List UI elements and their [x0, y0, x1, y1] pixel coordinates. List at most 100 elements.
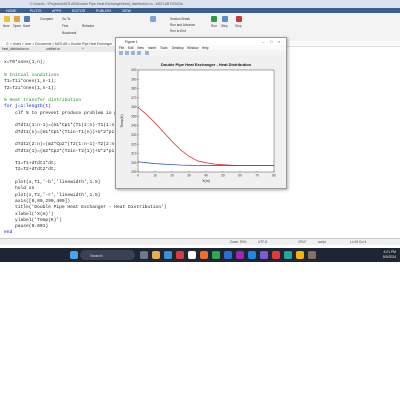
y-tick-label: 390	[131, 77, 137, 81]
find-button[interactable]: Find	[62, 24, 68, 28]
system-tray[interactable]: 4:21 PM 5/9/2024	[383, 250, 396, 259]
stop-button[interactable]: Stop	[235, 24, 242, 28]
heat-distribution-chart: Double Pipe Heat Exchanger - Heat Distri…	[120, 62, 276, 183]
run-icon[interactable]	[211, 16, 217, 22]
stop-icon[interactable]	[236, 16, 242, 22]
code-line[interactable]: plot(x,T2,'-r','linewidth',1.5)	[4, 193, 100, 198]
task-view-icon[interactable]	[140, 251, 148, 259]
figure-menu-window[interactable]: Window	[187, 46, 198, 50]
y-tick-label: 370	[131, 96, 137, 100]
file-tab[interactable]: heat_distribution.m	[2, 47, 29, 51]
open-folder-icon[interactable]	[14, 16, 20, 22]
code-line[interactable]: x=T0*ones(1,n);	[4, 60, 45, 65]
edge-icon[interactable]	[164, 251, 172, 259]
app-icon-purple[interactable]	[236, 251, 244, 259]
code-line[interactable]: title('Double Pipe Heat Exchanger - Heat…	[4, 205, 167, 210]
x-tick-label: 80	[272, 174, 276, 178]
code-line[interactable]: dTdt1(1:n-1)=(m1*Cp1*(T1(2:n)-T1(1:n-1	[4, 123, 120, 128]
figure-menu-tools[interactable]: Tools	[160, 46, 167, 50]
y-tick-label: 300	[131, 161, 137, 165]
code-line[interactable]: T1=T1+dTdt1*dt;	[4, 161, 56, 166]
code-line[interactable]: ylabel('Temp(K)')	[4, 218, 62, 223]
figure-menu-help[interactable]: Help	[202, 46, 209, 50]
run-to-end-button[interactable]: Run to End	[170, 29, 186, 33]
y-tick-label: 350	[131, 114, 137, 118]
new-button[interactable]: New	[3, 24, 9, 28]
code-line[interactable]: plot(x,T1,'-b','linewidth',1.5)	[4, 180, 100, 185]
open-button[interactable]: Open	[13, 24, 21, 28]
bookmark-button[interactable]: Bookmark	[62, 31, 76, 35]
file-explorer-icon[interactable]	[152, 251, 160, 259]
y-tick-label: 330	[131, 133, 137, 137]
maximize-icon[interactable]: □	[270, 39, 272, 44]
code-line[interactable]: dTdt2(2:n)=(m2*Cp2*(T2(1:n-1)-T2(2:n)	[4, 142, 117, 147]
code-line[interactable]: axis([0,80,290,400])	[4, 199, 70, 204]
figure-menu-insert[interactable]: Insert	[148, 46, 156, 50]
run-advance-button[interactable]: Run and Advance	[170, 23, 195, 27]
step-icon[interactable]	[222, 16, 228, 22]
section-icon	[150, 16, 156, 22]
new-file-icon[interactable]	[4, 16, 10, 22]
ribbon-tab-publish[interactable]: PUBLISH	[96, 9, 111, 13]
compare-button[interactable]: Compare	[40, 17, 53, 21]
save-button[interactable]: Save	[23, 24, 30, 28]
mail-icon[interactable]	[248, 251, 256, 259]
close-icon[interactable]: ×	[278, 39, 280, 44]
code-line[interactable]: end	[4, 230, 12, 235]
figure-window[interactable]: Figure 1 – □ × File Edit View Insert Tools De…	[115, 37, 287, 189]
link-icon[interactable]	[145, 51, 149, 55]
cursor-position: Ln 28 Col 4	[350, 240, 367, 244]
code-line[interactable]: dTdt2(1)=(m2*Cp2*(T2in-T2(1))+U*2*pi*r	[4, 149, 120, 154]
store-icon[interactable]	[188, 251, 196, 259]
code-line[interactable]: for j=1:length(t)	[4, 104, 51, 109]
plot-area[interactable]: Double Pipe Heat Exchanger - Heat Distri…	[116, 56, 286, 188]
ribbon-tab-view[interactable]: VIEW	[122, 9, 131, 13]
ribbon-tab-editor[interactable]: EDITOR	[72, 9, 85, 13]
figure-menu-file[interactable]: File	[119, 46, 124, 50]
figure-menu-view[interactable]: View	[137, 46, 144, 50]
run-button[interactable]: Run	[211, 24, 217, 28]
app-icon-green[interactable]	[212, 251, 220, 259]
new-figure-icon[interactable]	[119, 51, 123, 55]
matlab-taskbar-icon[interactable]	[200, 251, 208, 259]
current-folder-path[interactable]: C: > Users > User > Documents > MATLAB >…	[6, 42, 112, 46]
open-icon[interactable]	[125, 51, 129, 55]
code-line[interactable]: clf % to prevent produce problem in pl	[4, 111, 120, 116]
code-line[interactable]: pause(0.001)	[4, 224, 48, 229]
taskbar-search[interactable]: Search	[80, 250, 135, 260]
file-tab[interactable]: untitled.m	[46, 47, 60, 51]
step-button[interactable]: Step	[221, 24, 228, 28]
app-icon-red[interactable]	[272, 251, 280, 259]
figure-menu-edit[interactable]: Edit	[128, 46, 134, 50]
opera-icon[interactable]	[176, 251, 184, 259]
start-icon[interactable]	[70, 251, 78, 259]
teams-icon[interactable]	[260, 251, 268, 259]
print-icon[interactable]	[137, 51, 141, 55]
code-line[interactable]: hold on	[4, 186, 34, 191]
vscode-icon[interactable]	[224, 251, 232, 259]
section-break-button[interactable]: Section Break	[170, 17, 190, 21]
ribbon-tab-home[interactable]: HOME	[6, 9, 17, 13]
y-tick-label: 400	[131, 68, 137, 72]
app-icon-yellow[interactable]	[296, 251, 304, 259]
code-line[interactable]: dTdt1(n)=(m1*Cp1*(T1in-T1(n))+U*2*pi*	[4, 130, 117, 135]
save-icon[interactable]	[24, 16, 30, 22]
y-tick-label: 310	[131, 152, 137, 156]
new-tab-button[interactable]: +	[82, 47, 84, 51]
minimize-icon[interactable]: –	[262, 39, 264, 44]
code-line[interactable]: % Heat transfer distribution	[4, 98, 81, 103]
app-icon-brown[interactable]	[308, 251, 316, 259]
figure-menu-desktop[interactable]: Desktop	[172, 46, 184, 50]
refactor-button[interactable]: Refactor	[82, 24, 94, 28]
ribbon-tab-apps[interactable]: APPS	[52, 9, 61, 13]
code-line[interactable]: % Initial conditions	[4, 73, 59, 78]
ribbon-tab-plots[interactable]: PLOTS	[30, 9, 41, 13]
goto-button[interactable]: Go To	[62, 17, 70, 21]
x-tick-label: 0	[137, 174, 139, 178]
code-line[interactable]: xlabel('X(m)')	[4, 212, 54, 217]
code-line[interactable]: T1=T1i*ones(1,n-1);	[4, 79, 56, 84]
code-line[interactable]: T2=T2+dTdt2*dt;	[4, 167, 56, 172]
save-figure-icon[interactable]	[131, 51, 135, 55]
code-line[interactable]: T2=T2i*ones(1,n-1);	[4, 86, 56, 91]
app-icon-teal[interactable]	[284, 251, 292, 259]
